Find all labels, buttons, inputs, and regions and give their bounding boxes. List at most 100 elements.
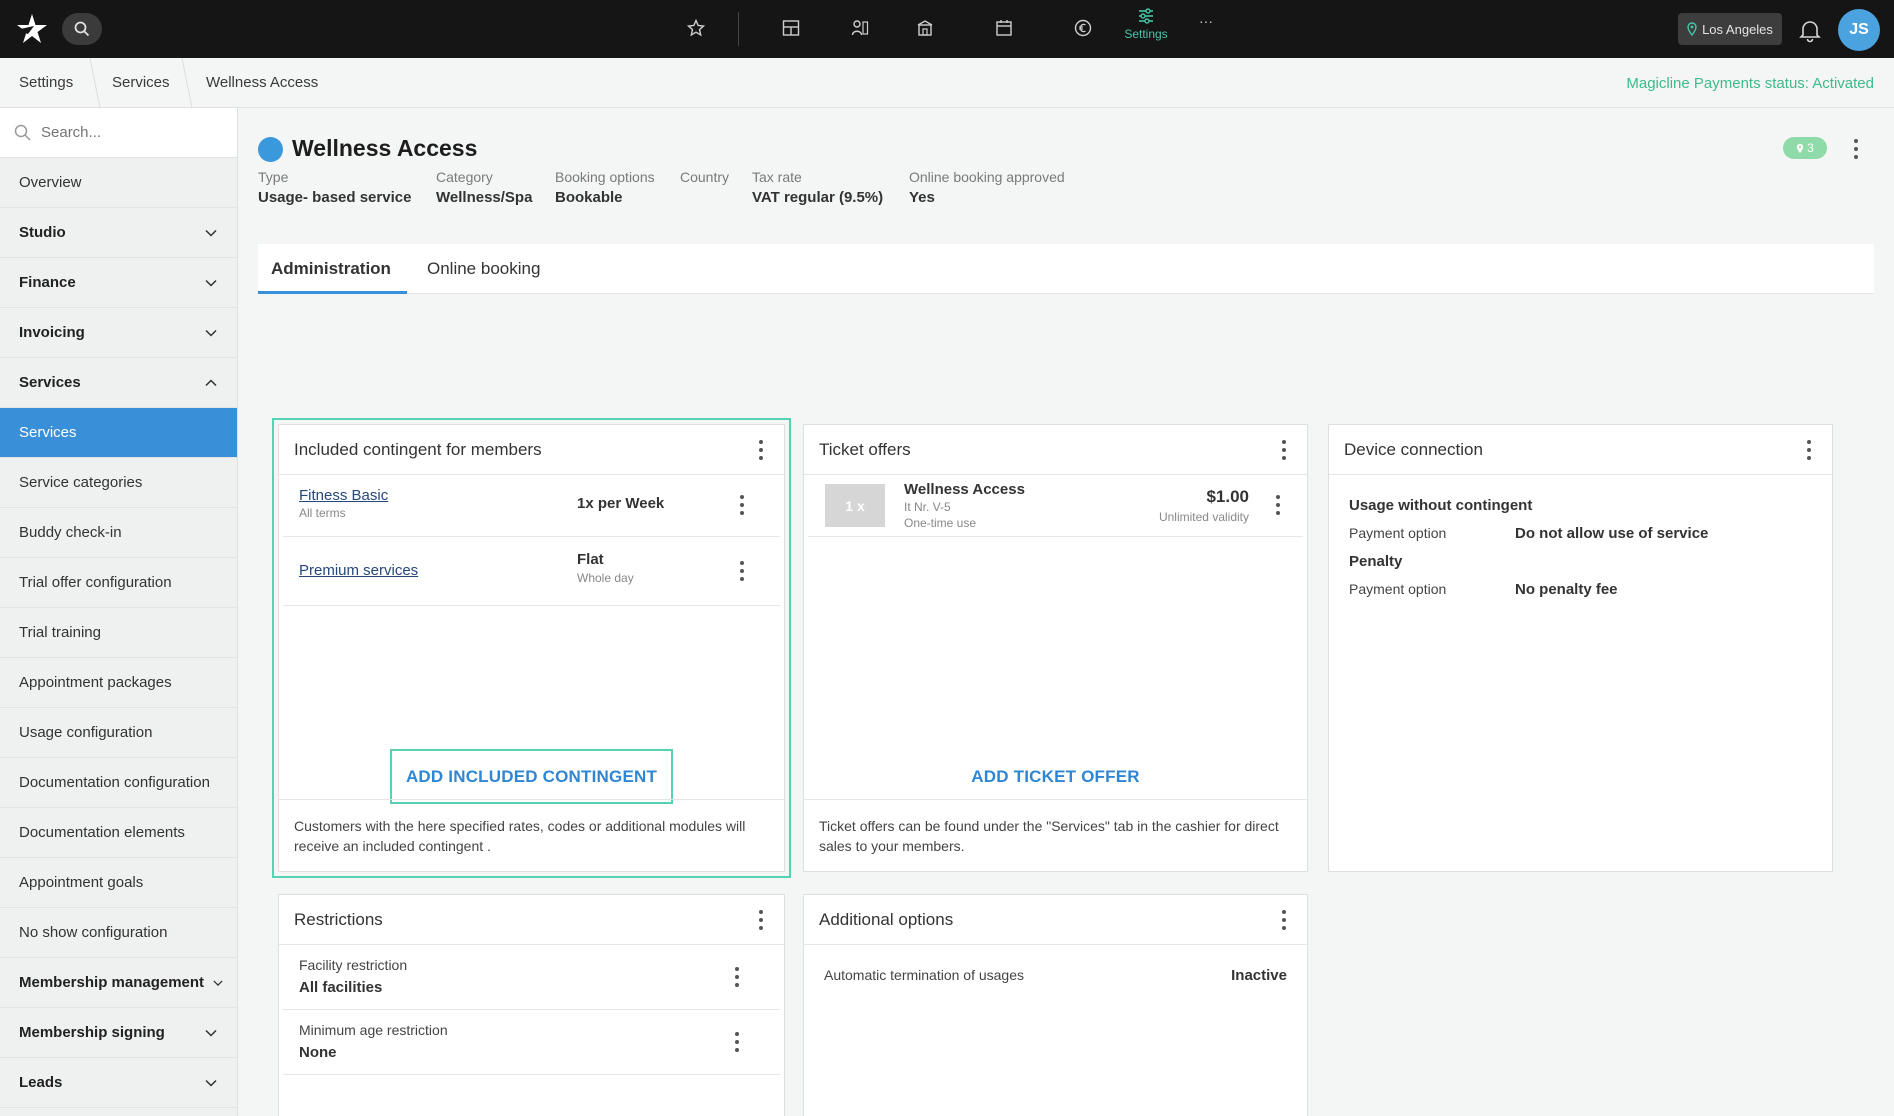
more-vertical-icon[interactable] (758, 439, 764, 460)
search-icon (14, 124, 31, 141)
customers-nav-button[interactable] (840, 8, 880, 48)
sidebar-item-overview[interactable]: Overview (0, 158, 237, 208)
app-logo-icon[interactable] (14, 12, 50, 46)
sidebar-item-no-show-configuration[interactable]: No show configuration (0, 908, 237, 958)
top-navigation-bar: Settings ··· Los Angeles JS (0, 0, 1894, 58)
breadcrumb-item-settings[interactable]: Settings (19, 74, 73, 91)
sidebar-item-finance[interactable]: Finance (0, 258, 237, 308)
contingent-rate-link[interactable]: Fitness Basic (299, 487, 388, 504)
more-vertical-icon (739, 495, 745, 515)
settings-nav-button[interactable]: Settings (1118, 8, 1174, 50)
contingent-rate-link[interactable]: Premium services (299, 562, 418, 579)
option-value[interactable]: Inactive (1231, 967, 1287, 984)
more-vertical-icon[interactable] (1281, 439, 1287, 460)
sidebar-item-invoicing[interactable]: Invoicing (0, 308, 237, 358)
more-vertical-icon (734, 967, 740, 987)
notifications-bell-icon[interactable] (1796, 16, 1824, 44)
sidebar-item-trial-offer-configuration[interactable]: Trial offer configuration (0, 558, 237, 608)
ticket-offers-card: Ticket offers 1 x Wellness Access It Nr.… (803, 424, 1308, 872)
sidebar-item-label: Membership signing (19, 1024, 165, 1041)
finance-nav-button[interactable] (1063, 8, 1103, 48)
breadcrumb-separator (181, 58, 193, 108)
card-header: Ticket offers (804, 425, 1307, 475)
card-footer-text: Ticket offers can be found under the "Se… (804, 799, 1307, 871)
more-vertical-icon (1853, 139, 1859, 159)
meta-category: Category Wellness/Spa (436, 169, 532, 206)
meta-online-booking-approved: Online booking approved Yes (909, 169, 1065, 206)
more-vertical-icon[interactable] (1281, 909, 1287, 930)
sidebar-item-trial-training[interactable]: Trial training (0, 608, 237, 658)
ticket-number: It Nr. V-5 (904, 500, 951, 514)
row-more-button[interactable] (1275, 495, 1281, 515)
sidebar-item-studio[interactable]: Studio (0, 208, 237, 258)
breadcrumb-item-services[interactable]: Services (112, 74, 170, 91)
add-included-contingent-button[interactable]: ADD INCLUDED CONTINGENT (390, 749, 673, 804)
location-selector[interactable]: Los Angeles (1678, 13, 1782, 45)
user-avatar[interactable]: JS (1838, 9, 1880, 51)
row-more-button[interactable] (734, 1032, 740, 1052)
main-content: Wellness Access 3 Type Usage- based servi… (238, 108, 1894, 1116)
favorites-nav-button[interactable] (676, 8, 716, 48)
location-pin-icon (1687, 22, 1697, 36)
sidebar-item-label: Studio (19, 224, 66, 241)
row-more-button[interactable] (739, 561, 745, 581)
sidebar-item-label: Appointment packages (19, 674, 172, 691)
row-more-button[interactable] (734, 967, 740, 987)
page-more-options-button[interactable] (1846, 136, 1866, 162)
tab-content: Included contingent for members Fitness … (258, 294, 1874, 1116)
sidebar-item-leads[interactable]: Leads (0, 1058, 237, 1108)
ticket-validity: Unlimited validity (1158, 510, 1249, 524)
breadcrumb-separator (89, 58, 101, 108)
sidebar-item-label: Documentation elements (19, 824, 185, 841)
studio-nav-button[interactable] (905, 8, 945, 48)
meta-type: Type Usage- based service (258, 169, 411, 206)
global-search-button[interactable] (62, 13, 102, 45)
contingent-rate-sub: All terms (299, 506, 346, 520)
dashboard-nav-button[interactable] (771, 8, 811, 48)
more-vertical-icon[interactable] (1806, 439, 1812, 460)
tab-administration[interactable]: Administration (271, 259, 391, 279)
location-count-badge: 3 (1783, 137, 1827, 159)
more-nav-button[interactable]: ··· (1186, 8, 1226, 48)
contingent-row: Premium services Flat Whole day (283, 537, 780, 606)
sidebar-item-membership-management[interactable]: Membership management (0, 958, 237, 1008)
add-ticket-offer-button[interactable]: ADD TICKET OFFER (914, 749, 1197, 804)
meta-tax-rate: Tax rate VAT regular (9.5%) (752, 169, 883, 206)
sidebar-item-documentation-configuration[interactable]: Documentation configuration (0, 758, 237, 808)
sidebar-item-membership-signing[interactable]: Membership signing (0, 1008, 237, 1058)
sidebar-item-appointment-packages[interactable]: Appointment packages (0, 658, 237, 708)
card-title: Device connection (1344, 439, 1483, 459)
tab-online-booking[interactable]: Online booking (427, 259, 540, 279)
sidebar-item-appointment-goals[interactable]: Appointment goals (0, 858, 237, 908)
sidebar-item-services-group[interactable]: Services (0, 358, 237, 408)
sidebar-item-label: Documentation configuration (19, 774, 210, 791)
studio-icon (917, 20, 933, 36)
sidebar-item-usage-configuration[interactable]: Usage configuration (0, 708, 237, 758)
page-title: Wellness Access (292, 135, 478, 161)
contingent-value: Flat (577, 551, 604, 568)
tab-bar: Administration Online booking (258, 244, 1874, 294)
card-title: Restrictions (294, 909, 383, 929)
calendar-nav-button[interactable] (984, 8, 1024, 48)
payment-status-text: Magicline Payments status: Activated (1626, 75, 1874, 92)
device-section-usage: Usage without contingent (1349, 497, 1533, 514)
device-row-label: Payment option (1349, 525, 1447, 541)
additional-options-card: Additional options Automatic termination… (803, 894, 1308, 1116)
sidebar-item-service-categories[interactable]: Service categories (0, 458, 237, 508)
card-footer-text: Customers with the here specified rates,… (279, 799, 784, 871)
service-color-dot (258, 137, 283, 162)
meta-label: Booking options (555, 169, 655, 185)
row-more-button[interactable] (739, 495, 745, 515)
star-icon (687, 19, 705, 37)
sidebar-item-services[interactable]: Services (0, 408, 237, 458)
sidebar-item-documentation-elements[interactable]: Documentation elements (0, 808, 237, 858)
search-icon (74, 21, 90, 37)
chevron-down-icon (205, 1079, 217, 1087)
meta-value: VAT regular (9.5%) (752, 189, 884, 206)
more-vertical-icon[interactable] (758, 909, 764, 930)
sidebar-item-buddy-check-in[interactable]: Buddy check-in (0, 508, 237, 558)
sidebar-item-label: Trial offer configuration (19, 574, 172, 591)
ticket-offer-row[interactable]: 1 x Wellness Access It Nr. V-5 One-time … (808, 475, 1303, 537)
more-icon: ··· (1199, 13, 1213, 29)
sidebar-search-input[interactable] (41, 124, 221, 141)
